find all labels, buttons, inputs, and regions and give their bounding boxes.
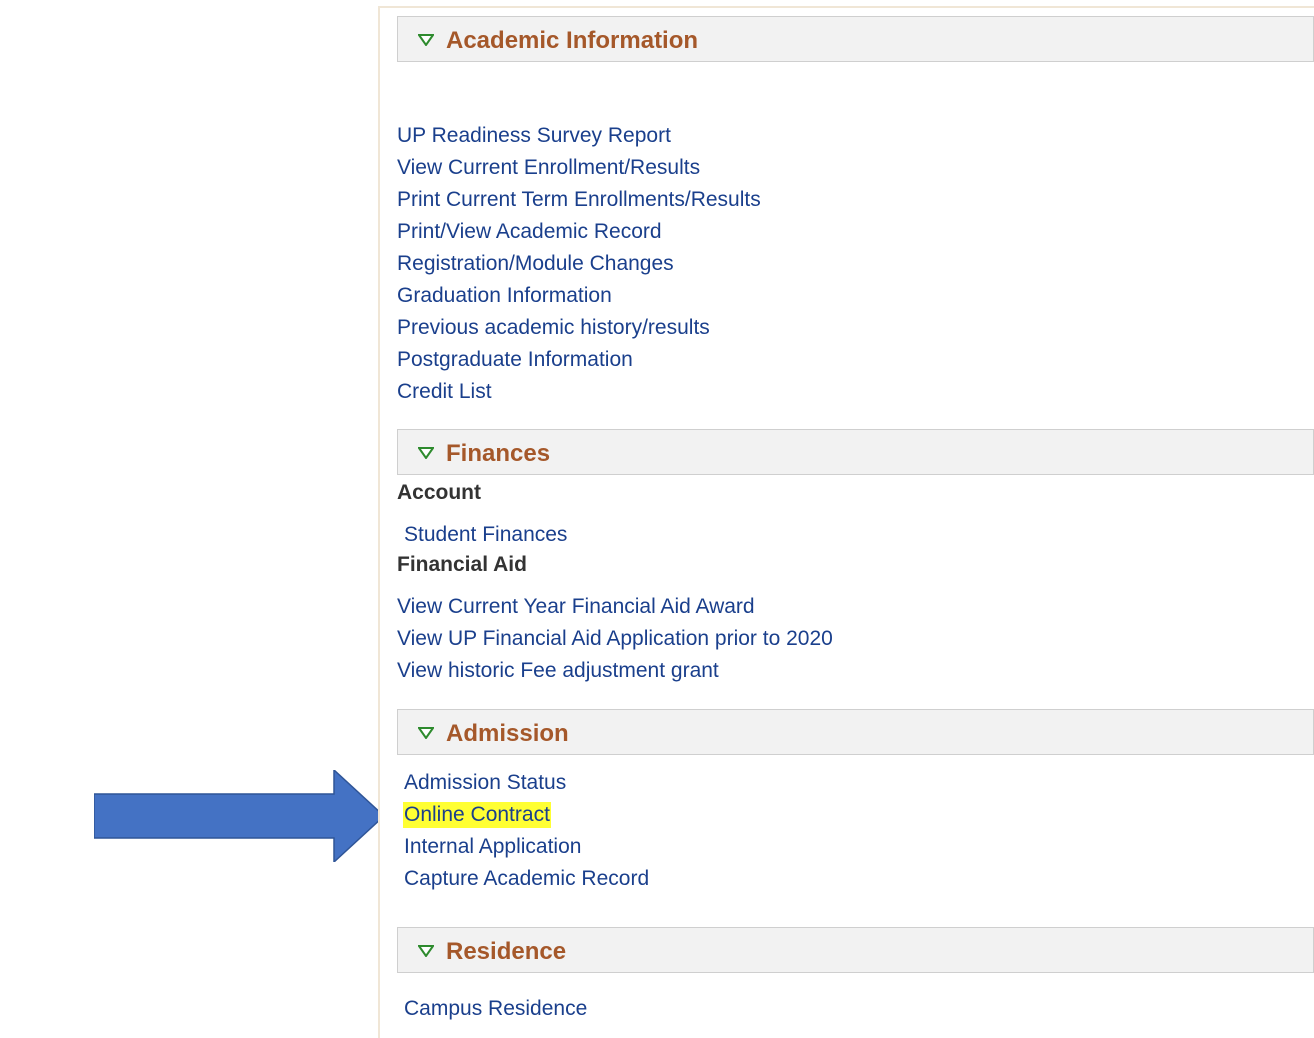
section-title-academic: Academic Information	[446, 27, 699, 54]
section-header-admission[interactable]: Admission	[397, 709, 1314, 755]
triangle-down-icon[interactable]	[418, 34, 434, 46]
screen: Academic Information UP Readiness Survey…	[0, 0, 1314, 1038]
link-view-up-aid-application[interactable]: View UP Financial Aid Application prior …	[397, 626, 833, 652]
triangle-down-icon[interactable]	[418, 447, 434, 459]
link-admission-status[interactable]: Admission Status	[404, 770, 566, 796]
subhead-account: Account	[397, 481, 481, 504]
link-view-current-enrollment[interactable]: View Current Enrollment/Results	[397, 155, 700, 181]
link-internal-application[interactable]: Internal Application	[404, 834, 581, 860]
link-registration-module-changes[interactable]: Registration/Module Changes	[397, 251, 674, 277]
triangle-down-icon[interactable]	[418, 727, 434, 739]
section-header-finances[interactable]: Finances	[397, 429, 1314, 475]
link-print-view-academic-record[interactable]: Print/View Academic Record	[397, 219, 662, 245]
section-title-admission: Admission	[446, 720, 569, 747]
link-capture-academic-record[interactable]: Capture Academic Record	[404, 866, 649, 892]
link-online-contract[interactable]: Online Contract	[403, 802, 551, 828]
link-view-historic-fee-grant[interactable]: View historic Fee adjustment grant	[397, 658, 719, 684]
link-view-current-year-aid-award[interactable]: View Current Year Financial Aid Award	[397, 594, 755, 620]
link-graduation-information[interactable]: Graduation Information	[397, 283, 612, 309]
link-postgraduate-information[interactable]: Postgraduate Information	[397, 347, 633, 373]
main-panel: Academic Information UP Readiness Survey…	[378, 6, 1314, 1038]
link-campus-residence[interactable]: Campus Residence	[404, 996, 587, 1022]
triangle-down-icon[interactable]	[418, 945, 434, 957]
link-print-current-term-enrollments[interactable]: Print Current Term Enrollments/Results	[397, 187, 761, 213]
section-title-residence: Residence	[446, 938, 567, 965]
link-credit-list[interactable]: Credit List	[397, 379, 492, 405]
link-up-readiness-survey[interactable]: UP Readiness Survey Report	[397, 123, 671, 149]
arrow-right-icon	[94, 770, 384, 862]
section-header-academic[interactable]: Academic Information	[397, 16, 1314, 62]
subhead-financial-aid: Financial Aid	[397, 553, 527, 576]
link-student-finances[interactable]: Student Finances	[404, 522, 567, 548]
link-previous-academic-history[interactable]: Previous academic history/results	[397, 315, 710, 341]
section-title-finances: Finances	[446, 440, 551, 467]
section-header-residence[interactable]: Residence	[397, 927, 1314, 973]
